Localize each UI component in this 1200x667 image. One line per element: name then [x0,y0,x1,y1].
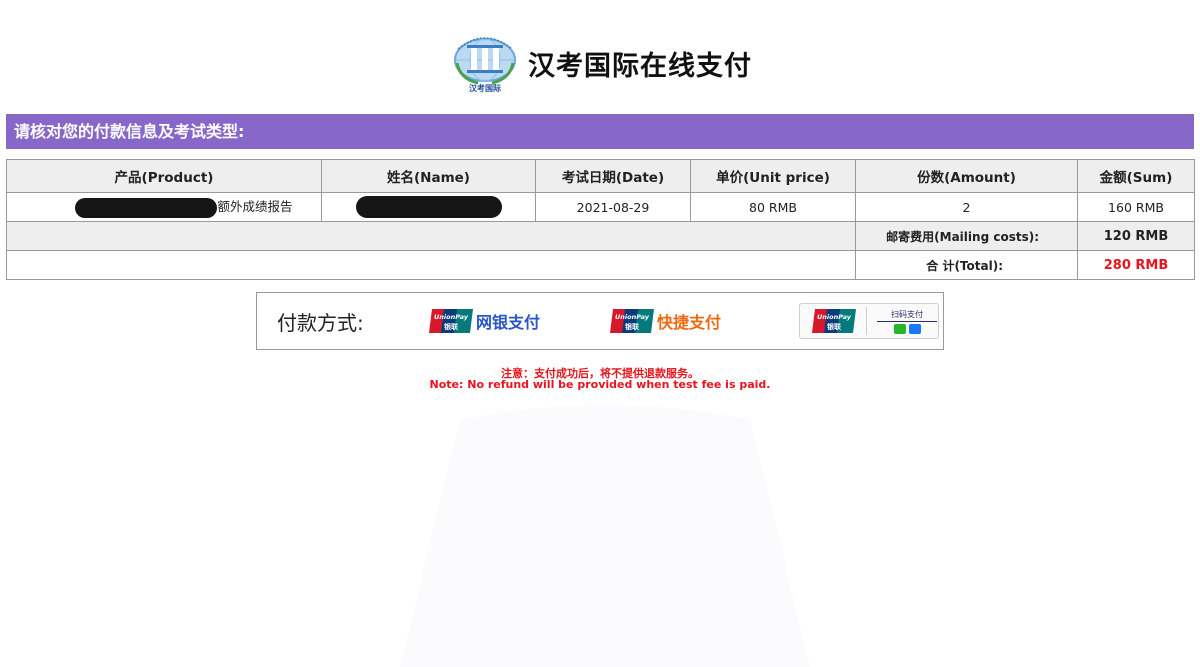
quick-pay-label: 快捷支付 [657,313,722,332]
total-empty-cell [6,250,856,280]
svg-text:银联: 银联 [444,322,459,331]
total-row: 合 计(Total): 280 RMB [6,250,1195,280]
unionpay-logo-icon: UnionPay 银联 [812,308,857,334]
mailing-row: 邮寄费用(Mailing costs): 120 RMB [6,221,1195,251]
unionpay-logo-icon: UnionPay 银联 [610,308,655,334]
svg-text:银联: 银联 [625,322,640,331]
payment-methods: 付款方式: UnionPay 银联 网银支付 UnionPay 银联 快捷支付 … [256,292,944,350]
date-cell: 2021-08-29 [535,192,691,222]
refund-notice-en: Note: No refund will be provided when te… [429,378,771,391]
unit-price-cell: 80 RMB [690,192,856,222]
cti-logo-icon: 汉考国际 [448,33,522,93]
payment-info-table: 产品(Product) 姓名(Name) 考试日期(Date) 单价(Unit … [6,159,1195,280]
mailing-label: 邮寄费用(Mailing costs): [855,221,1078,251]
product-cell: 额外成绩报告 [6,192,322,222]
column-header-name: 姓名(Name) [321,159,536,193]
table-row: 额外成绩报告 2021-08-29 80 RMB 2 160 RMB [6,192,1195,222]
mailing-value: 120 RMB [1077,221,1195,251]
column-header-unit-price: 单价(Unit price) [690,159,856,193]
product-suffix: 额外成绩报告 [217,199,293,215]
unionpay-logo-icon: UnionPay 银联 [429,308,473,334]
section-header: 请核对您的付款信息及考试类型: [6,114,1194,149]
total-label: 合 计(Total): [855,250,1078,280]
qr-pay-button[interactable]: UnionPay 银联 扫码支付 [799,303,940,339]
payment-page: 汉考国际 汉考国际在线支付 请核对您的付款信息及考试类型: 产品(Product… [0,0,1200,667]
table-header-row: 产品(Product) 姓名(Name) 考试日期(Date) 单价(Unit … [6,159,1195,193]
svg-text:UnionPay: UnionPay [434,313,469,321]
logo-caption: 汉考国际 [469,84,501,93]
sum-cell: 160 RMB [1077,192,1195,222]
online-banking-button[interactable]: UnionPay 银联 网银支付 [429,308,540,334]
online-banking-label: 网银支付 [476,313,541,332]
column-header-product: 产品(Product) [6,159,322,193]
site-header: 汉考国际 汉考国际在线支付 [0,30,1200,96]
column-header-date: 考试日期(Date) [535,159,691,193]
qr-pay-label: 扫码支付 [877,309,938,322]
svg-text:UnionPay: UnionPay [615,313,650,321]
amount-cell: 2 [855,192,1078,222]
payment-method-label: 付款方式: [277,310,364,335]
qr-wallet-icons [893,323,921,334]
svg-text:UnionPay: UnionPay [817,313,852,321]
svg-text:银联: 银联 [827,322,842,331]
redacted-name [355,196,502,218]
mailing-empty-cell [6,221,856,251]
quick-pay-button[interactable]: UnionPay 银联 快捷支付 [610,308,721,334]
background-watermark-icon [400,400,810,667]
alipay-icon [908,323,921,334]
wechat-icon [893,323,906,334]
page-title: 汉考国际在线支付 [528,50,752,82]
total-value: 280 RMB [1077,250,1195,280]
column-header-amount: 份数(Amount) [855,159,1078,193]
logo-group: 汉考国际 汉考国际在线支付 [448,33,752,93]
qr-pay-panel: 扫码支付 [866,307,938,335]
redacted-product [75,197,218,218]
name-cell [321,192,536,222]
column-header-sum: 金额(Sum) [1077,159,1195,193]
